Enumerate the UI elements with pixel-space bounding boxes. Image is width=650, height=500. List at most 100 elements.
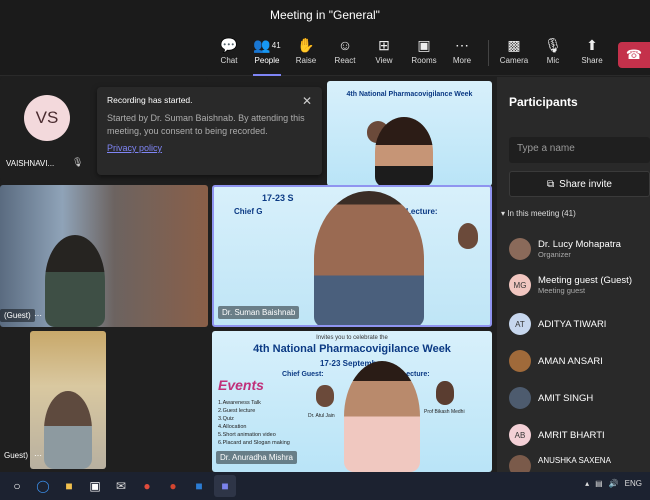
window-title-bar: Meeting in "General" bbox=[0, 0, 650, 30]
chrome-icon[interactable]: ● bbox=[136, 475, 158, 497]
language-indicator[interactable]: ENG bbox=[625, 479, 642, 488]
list-item[interactable]: ANUSHKA SAXENA bbox=[509, 455, 650, 472]
mic-muted-icon: 🎙 bbox=[72, 157, 84, 167]
share-invite-button[interactable]: ⧉ Share invite bbox=[509, 171, 650, 197]
speaker-photo bbox=[458, 223, 478, 249]
avatar bbox=[509, 238, 531, 260]
video-stage: VS VAISHNAVI... 🎙 Recording has started.… bbox=[0, 77, 497, 472]
search-input[interactable]: Type a name bbox=[509, 137, 650, 163]
chevron-down-icon: ▾ bbox=[501, 209, 506, 218]
participant-video bbox=[45, 235, 105, 327]
avatar: AT bbox=[509, 313, 531, 335]
chevron-up-icon[interactable]: ▴ bbox=[585, 479, 589, 488]
people-button[interactable]: 👥 41 People bbox=[249, 34, 285, 76]
avatar bbox=[509, 455, 531, 472]
panel-title: Participants bbox=[509, 95, 578, 109]
chat-icon: 💬 bbox=[220, 36, 238, 53]
close-icon[interactable]: ✕ bbox=[302, 94, 312, 108]
network-icon[interactable]: ▤ bbox=[595, 479, 603, 488]
list-item[interactable]: MG Meeting guest (Guest) Meeting guest bbox=[509, 270, 650, 300]
teams-icon[interactable]: ■ bbox=[214, 475, 236, 497]
share-button[interactable]: ⬆ Share bbox=[574, 34, 610, 72]
poster-title: 4th National Pharmacovigilance Week bbox=[346, 91, 473, 98]
mail-icon[interactable]: ✉ bbox=[110, 475, 132, 497]
poster-speaker: Dr. Atul Jain bbox=[308, 413, 335, 419]
rooms-button[interactable]: ▣ Rooms bbox=[406, 34, 442, 72]
volume-icon[interactable]: 🔊 bbox=[609, 479, 619, 488]
rooms-icon: ▣ bbox=[417, 36, 431, 53]
toolbar-divider bbox=[488, 40, 489, 66]
participant-video bbox=[44, 391, 92, 469]
meeting-toolbar: 💬 Chat 👥 41 People ✋ Raise ☺ React ⊞ View… bbox=[0, 30, 650, 76]
speaker-photo bbox=[316, 385, 334, 407]
phone-hangup-icon: ☎ bbox=[625, 47, 643, 62]
presenter-video bbox=[314, 191, 424, 325]
list-item[interactable]: AT ADITYA TIWARI bbox=[509, 309, 650, 339]
tile-anuradha-mishra[interactable]: Invites you to celebrate the 4th Nationa… bbox=[212, 331, 492, 472]
ellipsis-icon: ⋯ bbox=[455, 36, 469, 53]
participant-name: Dr. Suman Baishnab bbox=[218, 306, 300, 319]
smiley-icon: ☺ bbox=[337, 37, 353, 53]
recording-notification: Recording has started. Started by Dr. Su… bbox=[97, 87, 322, 175]
avatar: VS bbox=[24, 95, 70, 141]
participant-name: Guest) bbox=[4, 451, 29, 460]
avatar: MG bbox=[509, 274, 531, 296]
participants-panel: Participants Type a name ⧉ Share invite … bbox=[497, 77, 650, 472]
poster-speaker: Prof Bikash Medhi bbox=[424, 409, 465, 415]
camera-icon: ▩ bbox=[507, 36, 521, 53]
list-item[interactable]: AMAN ANSARI bbox=[509, 346, 650, 376]
share-icon: ⧉ bbox=[547, 178, 555, 190]
participant-name: Dr. Anuradha Mishra bbox=[216, 451, 297, 464]
section-header[interactable]: ▾ In this meeting (41) bbox=[501, 209, 576, 218]
poster-dates: 17-23 September bbox=[319, 359, 385, 368]
microphone-icon: 🎙 bbox=[544, 36, 562, 53]
avatar: AB bbox=[509, 424, 531, 446]
tile-suman-baishnab[interactable]: 17-23 S Chief G Lecture: Dr. Suman Baish… bbox=[212, 185, 492, 327]
notification-title: Recording has started. bbox=[107, 95, 193, 105]
raise-hand-button[interactable]: ✋ Raise bbox=[288, 34, 324, 72]
powerpoint-icon[interactable]: ● bbox=[162, 475, 184, 497]
mic-button[interactable]: 🎙 Mic bbox=[535, 34, 571, 72]
view-button[interactable]: ⊞ View bbox=[366, 34, 402, 72]
grid-icon: ⊞ bbox=[378, 36, 390, 53]
window-title: Meeting in "General" bbox=[270, 8, 380, 22]
tile-guest-1[interactable]: (Guest) ⋯ bbox=[0, 185, 208, 327]
store-icon[interactable]: ▣ bbox=[84, 475, 106, 497]
poster-chief: Chief Guest: bbox=[282, 371, 324, 378]
share-icon: ⬆ bbox=[586, 36, 598, 53]
search-icon[interactable]: ○ bbox=[6, 475, 28, 497]
leave-button[interactable]: ☎ bbox=[618, 42, 650, 68]
people-count: 41 bbox=[271, 40, 281, 50]
list-item[interactable]: AB AMRIT BHARTI bbox=[509, 420, 650, 450]
poster-title: 4th National Pharmacovigilance Week bbox=[253, 343, 451, 355]
speaker-photo bbox=[436, 381, 454, 405]
hand-icon: ✋ bbox=[297, 36, 315, 53]
tile-poster-presenter[interactable]: 4th National Pharmacovigilance Week bbox=[327, 81, 492, 186]
poster-events-heading: Events bbox=[218, 377, 264, 393]
more-button[interactable]: ⋯ More bbox=[444, 34, 480, 72]
people-icon: 👥 41 bbox=[253, 36, 281, 53]
system-tray: ▴ ▤ 🔊 ENG bbox=[585, 479, 642, 488]
avatar bbox=[509, 350, 531, 372]
presenter-video bbox=[344, 361, 420, 472]
word-icon[interactable]: ■ bbox=[188, 475, 210, 497]
list-item[interactable]: Dr. Lucy Mohapatra Organizer bbox=[509, 234, 650, 264]
react-button[interactable]: ☺ React bbox=[327, 34, 363, 72]
presenter-video bbox=[375, 117, 433, 186]
avatar bbox=[509, 387, 531, 409]
notification-body: Started by Dr. Suman Baishnab. By attend… bbox=[107, 113, 305, 136]
participant-name: VAISHNAVI... bbox=[6, 159, 55, 168]
poster-dates: 17-23 S bbox=[262, 193, 294, 203]
more-options-icon[interactable]: ⋯ bbox=[30, 309, 46, 322]
poster-event-list: 1.Awareness Talk 2.Guest lecture 3.Quiz … bbox=[218, 400, 290, 446]
chat-button[interactable]: 💬 Chat bbox=[211, 34, 247, 72]
privacy-policy-link[interactable]: Privacy policy bbox=[107, 143, 162, 153]
edge-icon[interactable]: ◯ bbox=[32, 475, 54, 497]
poster-chief: Chief G bbox=[234, 207, 263, 216]
taskbar: ○ ◯ ■ ▣ ✉ ● ● ■ ■ ▴ ▤ 🔊 ENG bbox=[0, 472, 650, 500]
poster-invite: Invites you to celebrate the bbox=[316, 335, 388, 341]
list-item[interactable]: AMIT SINGH bbox=[509, 383, 650, 413]
more-options-icon[interactable]: ⋯ bbox=[30, 449, 46, 462]
camera-button[interactable]: ▩ Camera bbox=[496, 34, 532, 72]
folder-icon[interactable]: ■ bbox=[58, 475, 80, 497]
